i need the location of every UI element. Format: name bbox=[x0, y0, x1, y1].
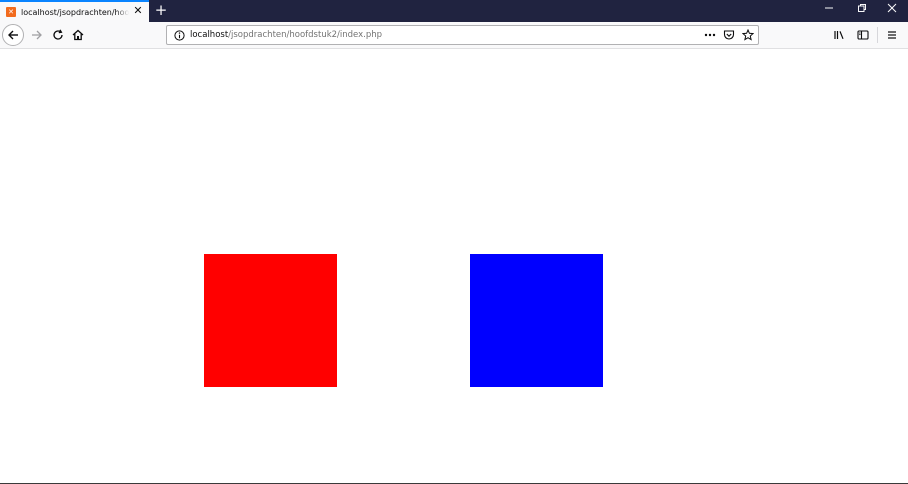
tab-close-icon[interactable]: ✕ bbox=[132, 5, 144, 17]
page-content bbox=[0, 49, 908, 483]
menu-icon[interactable] bbox=[880, 24, 904, 46]
tab-bar: ✕ localhost/jsopdrachten/hoofdstuk2/inde… bbox=[0, 0, 908, 22]
toolbar-right bbox=[827, 24, 904, 46]
library-icon[interactable] bbox=[827, 24, 851, 46]
red-square bbox=[204, 254, 337, 387]
restore-icon[interactable] bbox=[845, 0, 878, 22]
close-window-icon[interactable] bbox=[875, 0, 908, 22]
bookmark-star-icon[interactable] bbox=[740, 27, 756, 43]
blue-square bbox=[470, 254, 603, 387]
back-icon[interactable] bbox=[2, 24, 24, 46]
url-path: /jsopdrachten/hoofdstuk2/index.php bbox=[228, 30, 383, 40]
navigation-bar: localhost/jsopdrachten/hoofdstuk2/index.… bbox=[0, 22, 908, 49]
tab-title: localhost/jsopdrachten/hoofdstuk2/index.… bbox=[21, 7, 129, 17]
pocket-icon[interactable] bbox=[721, 27, 737, 43]
page-actions-icon[interactable] bbox=[702, 27, 718, 43]
tab-active[interactable]: ✕ localhost/jsopdrachten/hoofdstuk2/inde… bbox=[0, 0, 149, 22]
minimize-icon[interactable] bbox=[812, 0, 845, 22]
site-info-icon[interactable] bbox=[171, 27, 187, 43]
url-actions bbox=[702, 27, 756, 43]
home-icon[interactable] bbox=[67, 24, 89, 46]
toolbar-separator bbox=[877, 27, 878, 43]
sidebar-icon[interactable] bbox=[851, 24, 875, 46]
forward-icon[interactable] bbox=[26, 24, 48, 46]
url-text[interactable]: localhost/jsopdrachten/hoofdstuk2/index.… bbox=[190, 30, 382, 40]
url-bar[interactable]: localhost/jsopdrachten/hoofdstuk2/index.… bbox=[166, 25, 759, 45]
browser-window: ✕ localhost/jsopdrachten/hoofdstuk2/inde… bbox=[0, 0, 908, 484]
url-host: localhost bbox=[190, 30, 229, 40]
xampp-icon: ✕ bbox=[6, 7, 16, 17]
reload-icon[interactable] bbox=[47, 24, 69, 46]
new-tab-icon[interactable]: + bbox=[152, 1, 170, 19]
